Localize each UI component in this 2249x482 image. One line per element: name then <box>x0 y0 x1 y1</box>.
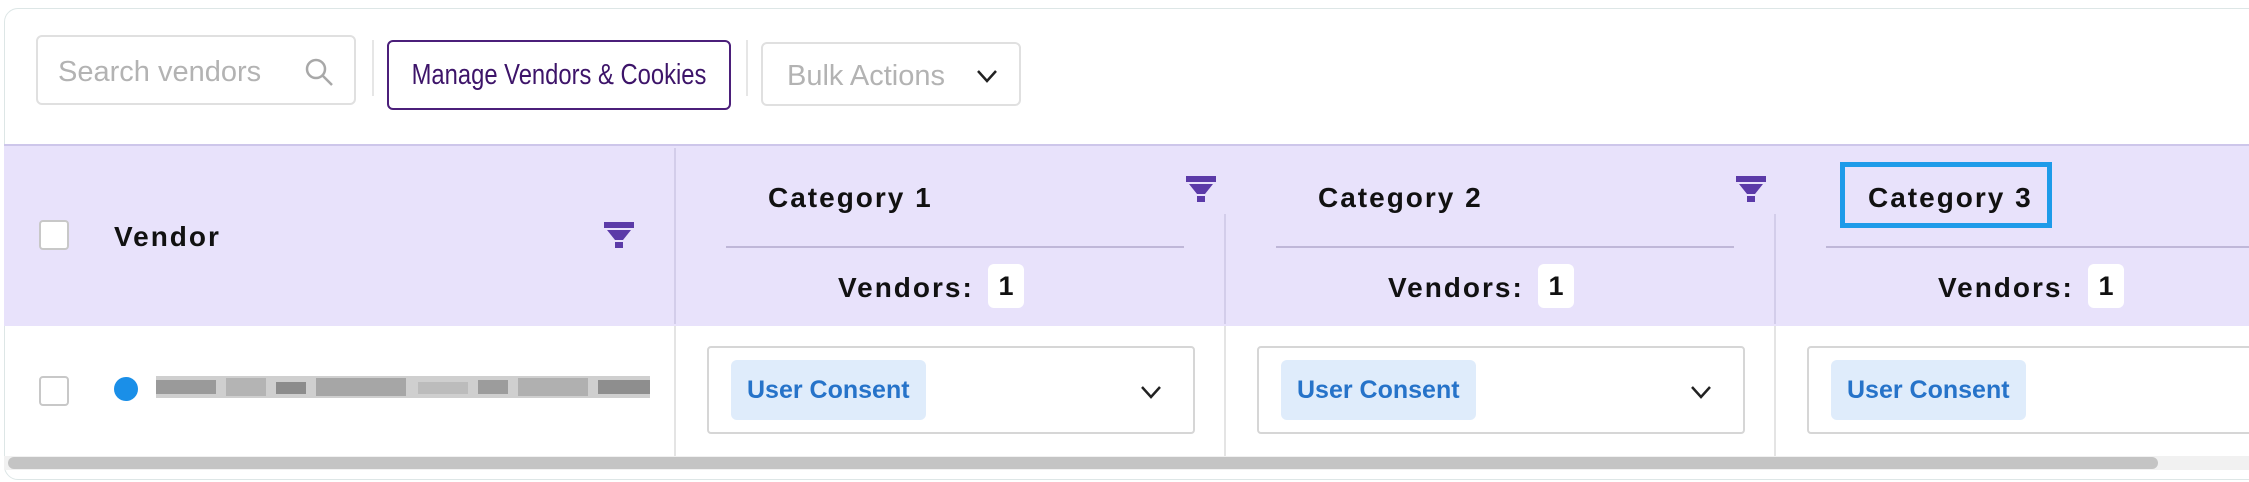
vendors-count-badge: 1 <box>988 264 1024 308</box>
status-dot <box>114 377 138 401</box>
column-divider <box>1774 214 1776 324</box>
manage-vendors-label: Manage Vendors & Cookies <box>411 58 707 91</box>
chevron-down-icon <box>1691 386 1711 399</box>
column-divider <box>1224 326 1226 456</box>
category-1-header: Category 1 <box>768 182 933 213</box>
bulk-actions-dropdown[interactable]: Bulk Actions <box>761 42 1021 106</box>
bulk-actions-label: Bulk Actions <box>787 60 945 92</box>
column-divider <box>674 148 676 324</box>
category-divider <box>1276 246 1734 248</box>
category-3-header: Category 3 <box>1868 182 2033 213</box>
select-all-checkbox[interactable] <box>39 220 69 250</box>
chevron-down-icon <box>1141 386 1161 399</box>
vendors-count-badge: 1 <box>1538 264 1574 308</box>
vendors-count-badge: 1 <box>2088 264 2124 308</box>
consent-select[interactable]: User Consent <box>1807 346 2249 434</box>
consent-pill: User Consent <box>731 360 926 420</box>
chevron-down-icon <box>977 70 997 83</box>
row-checkbox[interactable] <box>39 376 69 406</box>
search-field[interactable] <box>36 35 356 105</box>
search-input[interactable] <box>56 51 300 93</box>
filter-icon[interactable] <box>1736 174 1766 204</box>
consent-select[interactable]: User Consent <box>707 346 1195 434</box>
vendor-column-header: Vendor <box>114 221 221 252</box>
scrollbar-thumb[interactable] <box>8 457 2158 469</box>
manage-vendors-button[interactable]: Manage Vendors & Cookies <box>387 40 731 110</box>
category-2-header: Category 2 <box>1318 182 1483 213</box>
filter-icon[interactable] <box>604 220 634 250</box>
vendors-count-label: Vendors: <box>1388 272 1524 303</box>
consent-pill: User Consent <box>1831 360 2026 420</box>
search-icon[interactable] <box>304 57 334 87</box>
category-divider <box>1826 246 2249 248</box>
column-divider <box>1224 214 1226 324</box>
column-divider <box>1774 326 1776 456</box>
toolbar-divider <box>372 40 374 96</box>
category-divider <box>726 246 1184 248</box>
vendor-name-redacted <box>156 376 650 398</box>
vendors-count-label: Vendors: <box>1938 272 2074 303</box>
column-divider <box>674 326 676 456</box>
vendors-count-label: Vendors: <box>838 272 974 303</box>
filter-icon[interactable] <box>1186 174 1216 204</box>
consent-select[interactable]: User Consent <box>1257 346 1745 434</box>
toolbar-divider <box>746 40 748 96</box>
consent-pill: User Consent <box>1281 360 1476 420</box>
